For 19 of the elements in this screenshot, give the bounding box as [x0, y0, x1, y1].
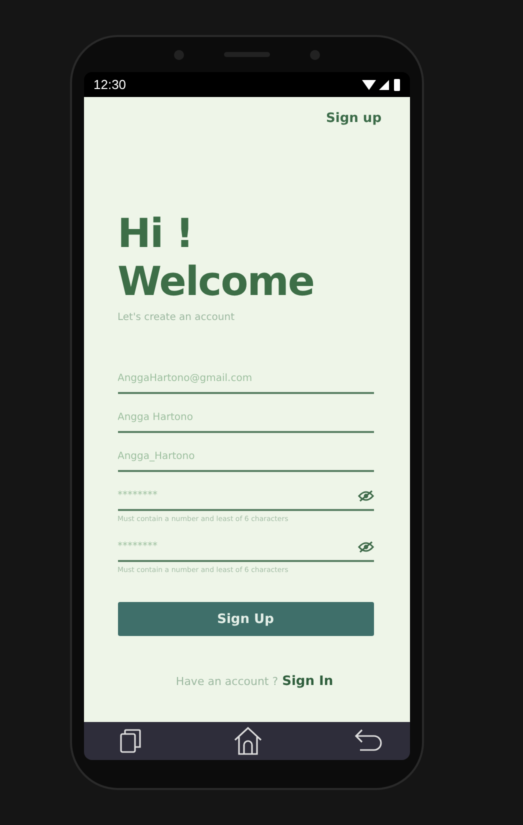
sign-in-link[interactable]: Sign In	[282, 674, 334, 689]
status-icons	[362, 78, 402, 90]
input-field[interactable]: AnggaHartono@gmail.com	[118, 370, 374, 388]
input-field[interactable]: ********	[118, 486, 358, 504]
back-icon[interactable]	[354, 728, 384, 754]
eye-off-icon[interactable]	[358, 540, 374, 552]
input-field[interactable]: Angga_Hartono	[118, 448, 374, 466]
subtitle: Let's create an account	[118, 312, 236, 323]
recent-apps-icon[interactable]	[120, 729, 142, 753]
sign-up-button[interactable]: Sign Up	[118, 602, 374, 636]
status-time: 12:30	[94, 77, 126, 92]
home-icon[interactable]	[232, 726, 262, 756]
eye-off-icon[interactable]	[358, 490, 374, 502]
welcome-title: Welcome	[118, 258, 316, 306]
input-field[interactable]: Angga Hartono	[118, 408, 374, 426]
account-prompt: Have an account ?	[176, 675, 278, 688]
input-field[interactable]: ********	[118, 538, 358, 556]
sign-up-link[interactable]: Sign up	[326, 111, 382, 126]
greeting-title: Hi !	[118, 210, 194, 258]
